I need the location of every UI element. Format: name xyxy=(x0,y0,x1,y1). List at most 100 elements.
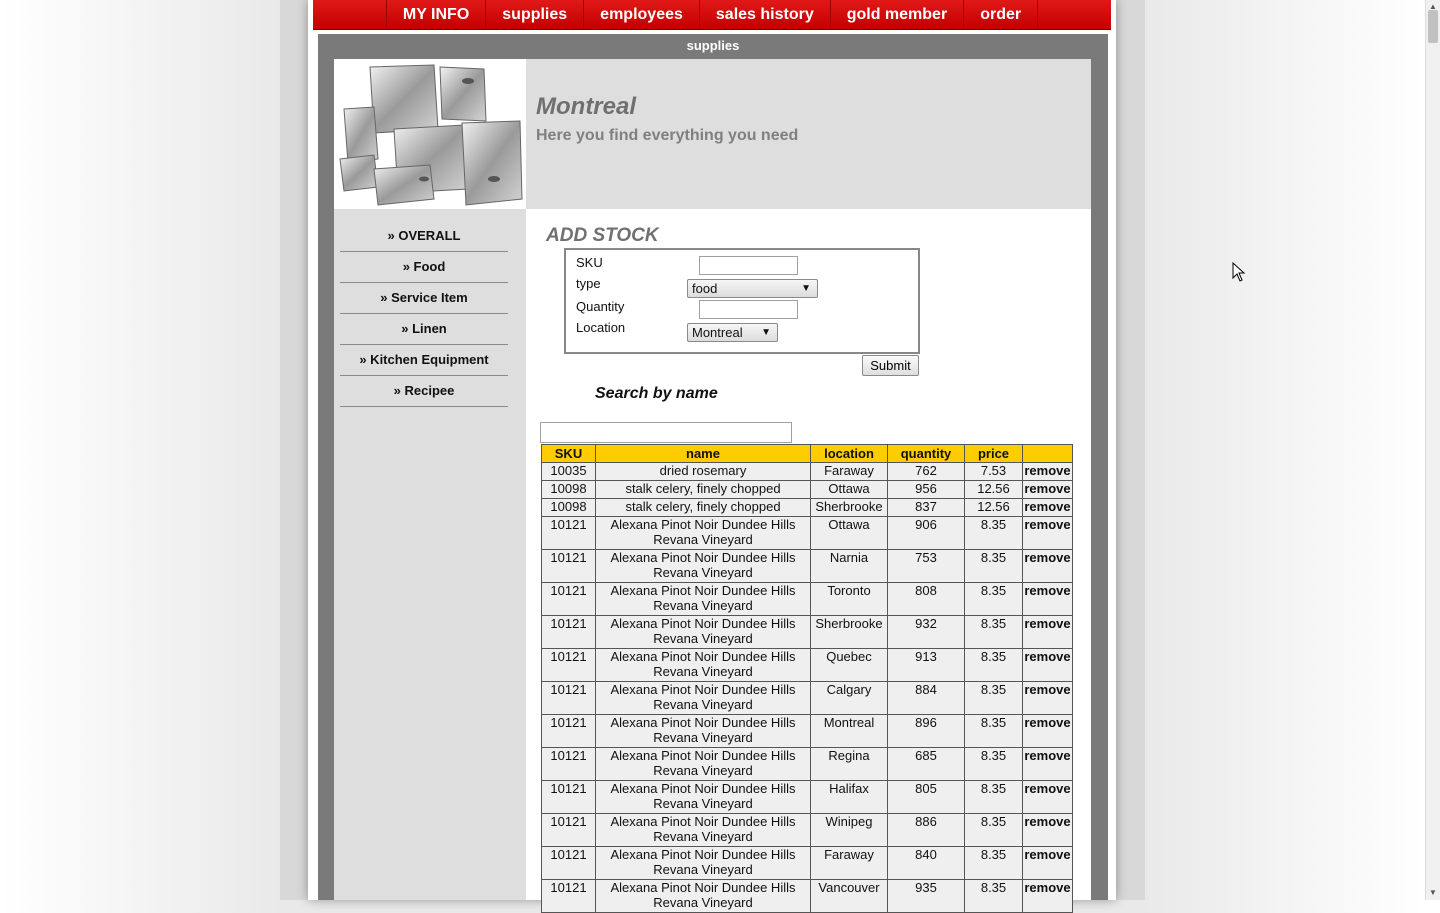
chevron-down-icon: ▼ xyxy=(761,327,771,338)
remove-link[interactable]: remove xyxy=(1022,648,1073,682)
cell-location: Faraway xyxy=(810,846,888,880)
search-input[interactable] xyxy=(540,422,792,443)
cell-sku: 10121 xyxy=(541,879,596,913)
cell-location: Sherbrooke xyxy=(810,498,888,517)
column-header-name: name xyxy=(595,444,811,463)
remove-link[interactable]: remove xyxy=(1022,615,1073,649)
cell-location: Narnia xyxy=(810,549,888,583)
sidebar-item-kitchen-equipment[interactable]: » Kitchen Equipment xyxy=(340,345,508,376)
location-select[interactable]: Montreal ▼ xyxy=(687,323,778,342)
remove-link[interactable]: remove xyxy=(1022,747,1073,781)
nav-sales-history[interactable]: sales history xyxy=(698,0,830,29)
stainless-steel-pans-image xyxy=(334,59,526,209)
table-row: 10121 Alexana Pinot Noir Dundee Hills Rev… xyxy=(541,780,1073,814)
cell-location: Toronto xyxy=(810,582,888,616)
scroll-down-arrow-icon[interactable]: ▼ xyxy=(1429,888,1437,897)
cell-location: Montreal xyxy=(810,714,888,748)
sidebar-item-service-item[interactable]: » Service Item xyxy=(340,283,508,314)
nav-supplies[interactable]: supplies xyxy=(485,0,583,29)
remove-link[interactable]: remove xyxy=(1022,462,1073,481)
cell-quantity: 886 xyxy=(887,813,965,847)
cell-price: 8.35 xyxy=(964,747,1023,781)
sidebar-item-recipee[interactable]: » Recipee xyxy=(340,376,508,407)
nav-gold-member[interactable]: gold member xyxy=(829,0,963,29)
cell-sku: 10121 xyxy=(541,516,596,550)
nav-my-info[interactable]: MY INFO xyxy=(385,0,485,29)
remove-link[interactable]: remove xyxy=(1022,780,1073,814)
sidebar-item-linen[interactable]: » Linen xyxy=(340,314,508,345)
cell-quantity: 753 xyxy=(887,549,965,583)
cell-name: Alexana Pinot Noir Dundee Hills Revana V… xyxy=(595,615,811,649)
table-body: 10035 dried rosemary Faraway 762 7.53 remove 1… xyxy=(541,462,1073,913)
remove-link[interactable]: remove xyxy=(1022,480,1073,499)
cell-sku: 10121 xyxy=(541,549,596,583)
cell-price: 7.53 xyxy=(964,462,1023,481)
cell-name: dried rosemary xyxy=(595,462,811,481)
table-row: 10035 dried rosemary Faraway 762 7.53 remove xyxy=(541,462,1073,481)
cell-price: 12.56 xyxy=(964,480,1023,499)
section-title: supplies xyxy=(686,38,740,53)
table-row: 10098 stalk celery, finely chopped Sherbro… xyxy=(541,498,1073,517)
cell-sku: 10121 xyxy=(541,615,596,649)
cell-location: Faraway xyxy=(810,462,888,481)
nav-order[interactable]: order xyxy=(963,0,1039,29)
cell-name: stalk celery, finely chopped xyxy=(595,480,811,499)
remove-link[interactable]: remove xyxy=(1022,681,1073,715)
sidebar-item-food[interactable]: » Food xyxy=(340,252,508,283)
submit-button[interactable]: Submit xyxy=(862,355,919,376)
remove-link[interactable]: remove xyxy=(1022,549,1073,583)
cell-name: Alexana Pinot Noir Dundee Hills Revana V… xyxy=(595,813,811,847)
cell-sku: 10121 xyxy=(541,714,596,748)
cell-quantity: 884 xyxy=(887,681,965,715)
sidebar-item-overall[interactable]: » OVERALL xyxy=(340,221,508,252)
type-select[interactable]: food ▼ xyxy=(687,279,818,298)
cell-sku: 10098 xyxy=(541,498,596,517)
cell-location: Ottawa xyxy=(810,480,888,499)
chevron-down-icon: ▼ xyxy=(801,283,811,294)
cell-price: 8.35 xyxy=(964,549,1023,583)
remove-link[interactable]: remove xyxy=(1022,582,1073,616)
table-row: 10121 Alexana Pinot Noir Dundee Hills Rev… xyxy=(541,516,1073,550)
cell-sku: 10121 xyxy=(541,582,596,616)
quantity-input[interactable] xyxy=(699,300,798,319)
remove-link[interactable]: remove xyxy=(1022,813,1073,847)
table-row: 10121 Alexana Pinot Noir Dundee Hills Rev… xyxy=(541,582,1073,616)
sku-input[interactable] xyxy=(699,256,798,275)
remove-link[interactable]: remove xyxy=(1022,714,1073,748)
remove-link[interactable]: remove xyxy=(1022,879,1073,913)
cell-price: 8.35 xyxy=(964,681,1023,715)
remove-link[interactable]: remove xyxy=(1022,516,1073,550)
cell-quantity: 913 xyxy=(887,648,965,682)
remove-link[interactable]: remove xyxy=(1022,846,1073,880)
table-row: 10121 Alexana Pinot Noir Dundee Hills Rev… xyxy=(541,747,1073,781)
remove-link[interactable]: remove xyxy=(1022,498,1073,517)
page-tagline: Here you find everything you need xyxy=(536,127,799,144)
cell-sku: 10098 xyxy=(541,480,596,499)
scrollbar-thumb[interactable] xyxy=(1428,10,1438,43)
table-row: 10121 Alexana Pinot Noir Dundee Hills Rev… xyxy=(541,615,1073,649)
nav-employees[interactable]: employees xyxy=(583,0,699,29)
cell-price: 12.56 xyxy=(964,498,1023,517)
table-row: 10121 Alexana Pinot Noir Dundee Hills Rev… xyxy=(541,648,1073,682)
column-header-price: price xyxy=(964,444,1023,463)
cell-quantity: 906 xyxy=(887,516,965,550)
column-header-action xyxy=(1022,444,1073,463)
cell-name: Alexana Pinot Noir Dundee Hills Revana V… xyxy=(595,681,811,715)
cell-price: 8.35 xyxy=(964,615,1023,649)
cell-sku: 10121 xyxy=(541,648,596,682)
cell-quantity: 956 xyxy=(887,480,965,499)
cell-quantity: 837 xyxy=(887,498,965,517)
cell-location: Quebec xyxy=(810,648,888,682)
table-row: 10121 Alexana Pinot Noir Dundee Hills Rev… xyxy=(541,846,1073,880)
search-heading: Search by name xyxy=(595,385,718,402)
cell-location: Calgary xyxy=(810,681,888,715)
cell-price: 8.35 xyxy=(964,780,1023,814)
vertical-scrollbar[interactable]: ▲ ▼ xyxy=(1425,0,1440,900)
location-label: Location xyxy=(576,320,626,335)
cell-name: Alexana Pinot Noir Dundee Hills Revana V… xyxy=(595,780,811,814)
table-row: 10121 Alexana Pinot Noir Dundee Hills Rev… xyxy=(541,549,1073,583)
cell-price: 8.35 xyxy=(964,714,1023,748)
table-row: 10121 Alexana Pinot Noir Dundee Hills Rev… xyxy=(541,714,1073,748)
cell-sku: 10121 xyxy=(541,846,596,880)
table-row: 10121 Alexana Pinot Noir Dundee Hills Rev… xyxy=(541,681,1073,715)
